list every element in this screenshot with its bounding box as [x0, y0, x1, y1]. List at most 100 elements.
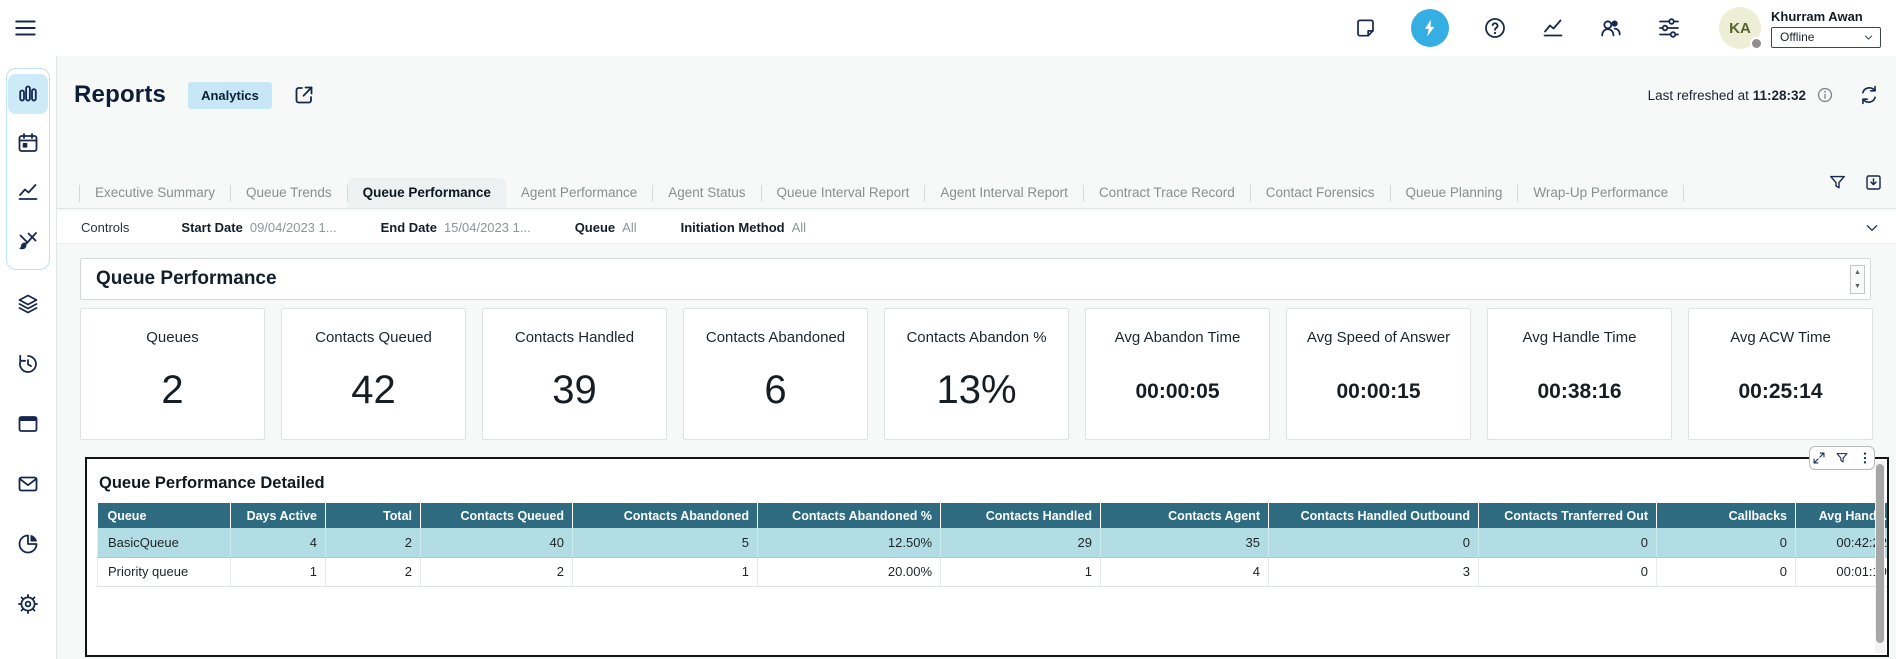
- filter-icon[interactable]: [1835, 451, 1849, 465]
- sidebar-item-reports[interactable]: [8, 74, 48, 114]
- tab-queue-performance[interactable]: Queue Performance: [348, 178, 506, 208]
- design-brush-icon: [16, 229, 40, 253]
- sidebar-loose-items: [6, 284, 50, 624]
- table-row-priority-queue[interactable]: Priority queue 1 2 2 1 20.00% 1 4 3 0 0 …: [98, 557, 1890, 586]
- page: { "topbar": { "icons": ["document-icon",…: [0, 0, 1896, 659]
- info-icon[interactable]: [1816, 86, 1834, 104]
- chevron-down-icon: [1863, 32, 1874, 43]
- tab-wrap-up-performance[interactable]: Wrap-Up Performance: [1518, 178, 1683, 208]
- queue-performance-table: Queue Days Active Total Contacts Queued …: [97, 503, 1889, 587]
- last-refreshed-time: 11:28:32: [1753, 88, 1806, 103]
- sidebar-item-design[interactable]: [8, 221, 48, 261]
- last-refreshed-label: Last refreshed at: [1648, 88, 1749, 103]
- mail-icon: [16, 472, 40, 496]
- line-chart-icon: [16, 180, 40, 204]
- sidebar-item-metrics[interactable]: [8, 172, 48, 212]
- sidebar-item-calendar[interactable]: [8, 123, 48, 163]
- kpi-card-avg-handle-time: Avg Handle Time 00:38:16: [1487, 308, 1672, 440]
- kpi-card-avg-abandon-time: Avg Abandon Time 00:00:05: [1085, 308, 1270, 440]
- window-icon: [16, 412, 40, 436]
- page-title: Reports: [74, 81, 166, 109]
- section-stepper[interactable]: ▲▼: [1850, 265, 1865, 294]
- kpi-card-contacts-queued: Contacts Queued 42: [281, 308, 466, 440]
- kpi-card-queues: Queues 2: [80, 308, 265, 440]
- tab-contact-forensics[interactable]: Contact Forensics: [1251, 178, 1390, 208]
- help-icon[interactable]: [1483, 16, 1507, 40]
- report-tabs: Executive Summary Queue Trends Queue Per…: [57, 178, 1896, 209]
- agents-icon[interactable]: [1599, 16, 1623, 40]
- main-content: Reports Analytics Last refreshed at 11:2…: [57, 56, 1896, 659]
- filter-start-date[interactable]: Start Date 09/04/2023 1...: [181, 220, 336, 235]
- tab-agent-interval-report[interactable]: Agent Interval Report: [925, 178, 1083, 208]
- status-dot: [1750, 37, 1763, 50]
- tab-queue-planning[interactable]: Queue Planning: [1391, 178, 1518, 208]
- sidebar-item-layers[interactable]: [8, 284, 48, 324]
- sliders-icon[interactable]: [1657, 16, 1681, 40]
- tab-contract-trace-record[interactable]: Contract Trace Record: [1084, 178, 1250, 208]
- history-icon: [16, 352, 40, 376]
- kpi-card-avg-speed-of-answer: Avg Speed of Answer 00:00:15: [1286, 308, 1471, 440]
- sidebar-item-pie-chart[interactable]: [8, 524, 48, 564]
- kpi-card-avg-acw-time: Avg ACW Time 00:25:14: [1688, 308, 1873, 440]
- table-header-row: Queue Days Active Total Contacts Queued …: [98, 503, 1890, 528]
- filter-initiation-method[interactable]: Initiation Method All: [681, 220, 806, 235]
- user-block: KA Khurram Awan Offline: [1719, 7, 1881, 49]
- col-contacts-handled[interactable]: Contacts Handled: [941, 503, 1101, 528]
- kpi-cards: Queues 2 Contacts Queued 42 Contacts Han…: [80, 308, 1873, 440]
- tab-agent-status[interactable]: Agent Status: [653, 178, 760, 208]
- avatar[interactable]: KA: [1719, 7, 1761, 49]
- user-name: Khurram Awan: [1771, 9, 1881, 24]
- kpi-card-contacts-handled: Contacts Handled 39: [482, 308, 667, 440]
- col-contacts-tranferred-out[interactable]: Contacts Tranferred Out: [1479, 503, 1657, 528]
- filter-queue[interactable]: Queue All: [575, 220, 637, 235]
- col-contacts-handled-outbound[interactable]: Contacts Handled Outbound: [1269, 503, 1479, 528]
- col-contacts-agent[interactable]: Contacts Agent: [1101, 503, 1269, 528]
- sidebar-group: [6, 68, 50, 270]
- bar-chart-icon: [16, 82, 40, 106]
- controls-collapse-chevron-icon[interactable]: [1864, 220, 1880, 236]
- sidebar-item-window[interactable]: [8, 404, 48, 444]
- filter-end-date[interactable]: End Date 15/04/2023 1...: [381, 220, 531, 235]
- col-total[interactable]: Total: [326, 503, 421, 528]
- document-icon[interactable]: [1353, 16, 1377, 40]
- table-scrollbar-thumb[interactable]: [1876, 464, 1884, 643]
- sidebar-item-mail[interactable]: [8, 464, 48, 504]
- tab-executive-summary[interactable]: Executive Summary: [80, 178, 230, 208]
- col-days-active[interactable]: Days Active: [231, 503, 326, 528]
- refresh-area: Last refreshed at 11:28:32: [1648, 84, 1880, 106]
- col-callbacks[interactable]: Callbacks: [1657, 503, 1796, 528]
- controls-bar: Controls Start Date 09/04/2023 1... End …: [57, 211, 1896, 244]
- calendar-icon: [16, 131, 40, 155]
- kpi-card-contacts-abandon-pct: Contacts Abandon % 13%: [884, 308, 1069, 440]
- sidebar-item-settings[interactable]: [8, 584, 48, 624]
- sidebar-item-history[interactable]: [8, 344, 48, 384]
- col-queue[interactable]: Queue: [98, 503, 231, 528]
- section-title: Queue Performance: [96, 268, 277, 290]
- section-header: Queue Performance ▲▼: [80, 258, 1871, 300]
- tab-queue-trends[interactable]: Queue Trends: [231, 178, 347, 208]
- gear-icon: [16, 592, 40, 616]
- avatar-initials: KA: [1729, 20, 1751, 37]
- refresh-icon[interactable]: [1858, 84, 1880, 106]
- tab-agent-performance[interactable]: Agent Performance: [506, 178, 652, 208]
- queue-performance-detailed-widget: Queue Performance Detailed Queue Days Ac…: [85, 457, 1889, 657]
- kebab-menu-icon[interactable]: [1858, 451, 1872, 465]
- sidebar: [0, 56, 57, 659]
- tab-queue-interval-report[interactable]: Queue Interval Report: [762, 178, 925, 208]
- status-select[interactable]: Offline: [1771, 27, 1881, 48]
- col-contacts-abandoned[interactable]: Contacts Abandoned: [573, 503, 758, 528]
- widget-title: Queue Performance Detailed: [99, 474, 1887, 493]
- expand-icon[interactable]: [1812, 451, 1826, 465]
- topbar: KA Khurram Awan Offline: [0, 0, 1896, 56]
- line-chart-icon[interactable]: [1541, 16, 1565, 40]
- layers-icon: [16, 292, 40, 316]
- lightning-icon[interactable]: [1411, 9, 1449, 47]
- table-scrollbar[interactable]: [1875, 461, 1885, 653]
- hamburger-menu-icon[interactable]: [13, 15, 39, 41]
- col-contacts-queued[interactable]: Contacts Queued: [421, 503, 573, 528]
- controls-label[interactable]: Controls: [81, 220, 129, 235]
- page-header: Reports Analytics Last refreshed at 11:2…: [74, 74, 1880, 116]
- col-contacts-abandoned-pct[interactable]: Contacts Abandoned %: [758, 503, 941, 528]
- external-link-icon[interactable]: [292, 83, 316, 107]
- table-row-basicqueue[interactable]: BasicQueue 4 2 40 5 12.50% 29 35 0 0 0 0…: [98, 528, 1890, 557]
